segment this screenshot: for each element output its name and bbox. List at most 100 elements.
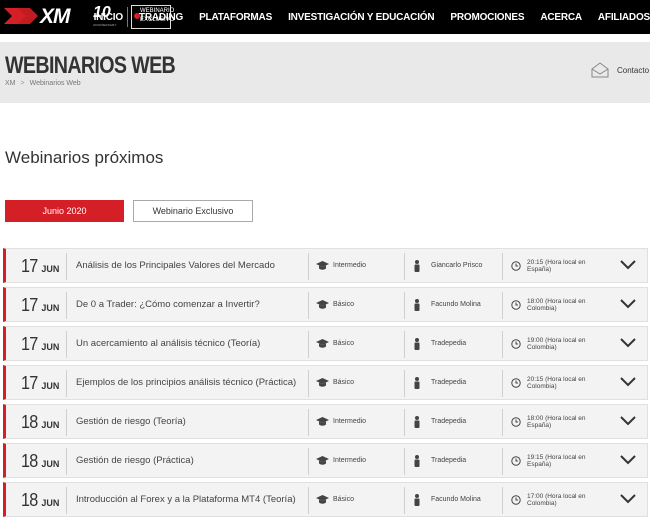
breadcrumb-separator-icon: >: [20, 80, 25, 87]
webinar-presenter: Tradepedia: [413, 444, 466, 477]
xm-logo[interactable]: XM: [4, 5, 90, 28]
chevron-down-icon[interactable]: [620, 259, 636, 271]
webinar-row[interactable]: 17 JUN De 0 a Trader: ¿Cómo comenzar a In…: [3, 287, 648, 322]
main-menu: INICIO TRADING PLATAFORMAS INVESTIGACIÓN…: [94, 0, 650, 34]
clock-icon: [511, 377, 521, 388]
webinar-time: 18:00 (Hora local en Colombia): [511, 288, 607, 321]
nav-item-inicio[interactable]: INICIO: [94, 12, 124, 23]
breadcrumb: XM > Webinarios Web: [5, 80, 81, 87]
webinar-presenter: Giancarlo Prisco: [413, 249, 482, 282]
nav-item-plataformas[interactable]: PLATAFORMAS: [199, 12, 272, 23]
page-title: WEBINARIOS WEB: [5, 52, 176, 79]
webinar-date: 17 JUN: [21, 256, 59, 277]
clock-icon: [511, 299, 521, 310]
row-divider: [308, 370, 309, 397]
webinar-row[interactable]: 17 JUN Un acercamiento al análisis técnic…: [3, 326, 648, 361]
row-divider: [308, 409, 309, 436]
webinar-day: 18: [21, 490, 38, 510]
webinar-title: Gestión de riesgo (Teoría): [76, 416, 186, 427]
webinar-time: 18:00 (Hora local en España): [511, 405, 607, 438]
chevron-down-icon[interactable]: [620, 337, 636, 349]
webinar-level-label: Básico: [333, 496, 355, 503]
nav-item-acerca[interactable]: ACERCA: [540, 12, 582, 23]
person-icon: [414, 298, 420, 311]
row-divider: [502, 370, 503, 397]
webinar-row[interactable]: 17 JUN Análisis de los Principales Valore…: [3, 248, 648, 283]
row-divider: [404, 292, 405, 319]
person-icon: [414, 259, 420, 272]
webinar-presenter-name: Tradepedia: [431, 379, 467, 386]
webinar-time-label: 19:00 (Hora local en Colombia): [527, 336, 586, 351]
webinar-day: 17: [21, 256, 38, 276]
person-icon: [414, 376, 420, 389]
webinar-row[interactable]: 18 JUN Gestión de riesgo (Teoría) Interme…: [3, 404, 648, 439]
webinar-date: 18 JUN: [21, 412, 59, 433]
breadcrumb-current: Webinarios Web: [29, 80, 81, 87]
row-divider: [404, 448, 405, 475]
webinar-time-label: 17:00 (Hora local en Colombia): [527, 492, 586, 507]
nav-item-afiliados[interactable]: AFILIADOS: [598, 12, 650, 23]
nav-item-promociones[interactable]: PROMOCIONES: [450, 12, 524, 23]
person-icon: [414, 337, 420, 350]
nav-item-investigacion[interactable]: INVESTIGACIÓN Y EDUCACIÓN: [288, 12, 435, 23]
xm-logo-mark-icon: [4, 8, 38, 24]
webinar-presenter-name: Tradepedia: [431, 457, 467, 464]
webinar-level-label: Intermedio: [333, 457, 367, 464]
webinar-title: Ejemplos de los principios análisis técn…: [76, 377, 297, 388]
chevron-down-icon[interactable]: [620, 415, 636, 427]
webinar-time-label: 20:15 (Hora local en Colombia): [527, 375, 586, 390]
section-title: Webinarios próximos: [5, 148, 164, 167]
webinar-presenter-name: Facundo Molina: [431, 301, 481, 308]
webinar-month: JUN: [41, 303, 60, 313]
breadcrumb-home[interactable]: XM: [5, 80, 16, 87]
webinar-level-label: Intermedio: [333, 262, 367, 269]
clock-icon: [511, 455, 521, 466]
row-divider: [308, 292, 309, 319]
top-navigation-bar: XM 10 ANNIVERSARY WEBINARIO EXCLUSIVO IN…: [0, 0, 650, 34]
webinar-title: Análisis de los Principales Valores del …: [76, 260, 275, 271]
webinar-level: Básico: [316, 366, 354, 399]
webinar-presenter: Tradepedia: [413, 327, 466, 360]
webinar-day: 18: [21, 451, 38, 471]
row-divider: [66, 487, 67, 514]
webinar-date: 18 JUN: [21, 451, 59, 472]
webinar-day: 17: [21, 295, 38, 315]
tab-june-2020[interactable]: Junio 2020: [5, 200, 124, 222]
webinar-level-label: Básico: [333, 379, 355, 386]
webinar-row[interactable]: 17 JUN Ejemplos de los principios análisi…: [3, 365, 648, 400]
graduation-cap-icon: [316, 299, 329, 309]
chevron-down-icon[interactable]: [620, 454, 636, 466]
row-divider: [66, 370, 67, 397]
webinar-presenter-name: Tradepedia: [431, 340, 467, 347]
nav-item-trading[interactable]: TRADING: [139, 12, 183, 23]
row-divider: [502, 409, 503, 436]
webinar-date: 17 JUN: [21, 373, 59, 394]
webinar-day: 17: [21, 373, 38, 393]
webinar-date: 17 JUN: [21, 295, 59, 316]
webinar-level: Intermedio: [316, 444, 366, 477]
webinar-row[interactable]: 18 JUN Introducción al Forex y a la Plata…: [3, 482, 648, 517]
contact-link[interactable]: Contacto: [590, 62, 649, 78]
tab-exclusive-webinar[interactable]: Webinario Exclusivo: [133, 200, 253, 222]
webinar-level: Básico: [316, 288, 354, 321]
webinar-presenter: Facundo Molina: [413, 483, 481, 516]
row-divider: [502, 448, 503, 475]
chevron-down-icon[interactable]: [620, 493, 636, 505]
row-divider: [502, 292, 503, 319]
webinar-title: Introducción al Forex y a la Plataforma …: [76, 494, 296, 505]
row-divider: [404, 331, 405, 358]
xm-logo-text: XM: [40, 5, 70, 28]
webinar-month: JUN: [41, 498, 60, 508]
webinar-title: Un acercamiento al análisis técnico (Teo…: [76, 338, 261, 349]
webinar-title: De 0 a Trader: ¿Cómo comenzar a Invertir…: [76, 299, 260, 310]
chevron-down-icon[interactable]: [620, 298, 636, 310]
row-divider: [502, 253, 503, 280]
row-divider: [404, 253, 405, 280]
row-divider: [66, 331, 67, 358]
chevron-down-icon[interactable]: [620, 376, 636, 388]
webinar-level: Intermedio: [316, 249, 366, 282]
webinar-day: 18: [21, 412, 38, 432]
graduation-cap-icon: [316, 377, 329, 387]
clock-icon: [511, 338, 521, 349]
webinar-row[interactable]: 18 JUN Gestión de riesgo (Práctica) Inter…: [3, 443, 648, 478]
